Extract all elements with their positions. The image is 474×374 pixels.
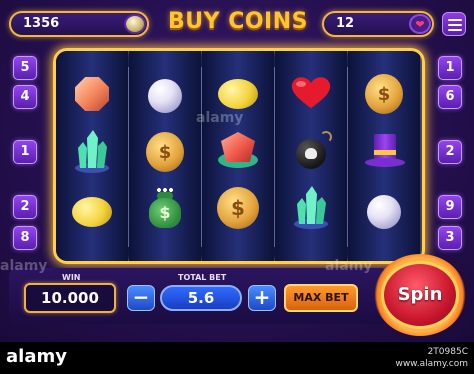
symbol-skull-bomb [288,131,334,177]
payline-left-3[interactable]: 1 [13,140,37,164]
symbol-red-gem [215,127,261,173]
symbol-money-bag: $ [142,185,188,231]
payline-left-1[interactable]: 5 [13,56,37,80]
payline-right-4[interactable]: 9 [438,195,462,219]
bag-glyph: $ [149,198,181,228]
symbol-gold-coin: $ [142,129,188,175]
lives-pill: 12 ❤ [322,11,434,37]
watermark: alamy [325,258,373,274]
stock-brand: alamy [6,346,67,367]
crystal-icon [75,130,109,173]
symbol-gold-coin: $ [361,71,407,117]
coin-icon [124,14,146,34]
coin-balance: 1356 [23,16,60,31]
menu-icon-bar [448,29,462,31]
symbol-crystal [288,185,334,231]
watermark: alamy [0,258,48,274]
reel-frame: $ $ $ $ [53,48,425,264]
symbol-crystal [69,129,115,175]
reel-divider [274,67,275,247]
win-value: 10.000 [24,283,116,313]
increase-bet-button[interactable]: + [248,285,276,311]
reel-divider [201,67,202,247]
magic-hat-icon [362,130,406,174]
payline-left-4[interactable]: 2 [13,195,37,219]
payline-right-1[interactable]: 1 [438,56,462,80]
crystal-icon [294,186,328,229]
menu-button[interactable] [442,12,466,36]
decrease-bet-button[interactable]: − [127,285,155,311]
symbol-lemon [69,189,115,235]
bomb-icon [296,131,332,169]
symbol-pearl [142,73,188,119]
symbol-heart [288,69,334,115]
page-title: BUY COINS [167,9,308,34]
heart-icon: ❤ [409,14,431,34]
stock-ids: 2T0985C www.alamy.com [395,346,468,370]
max-bet-button[interactable]: MAX BET [284,284,358,312]
payline-left-5[interactable]: 8 [13,226,37,250]
menu-icon [448,19,462,21]
image-id: 2T0985C [427,347,468,357]
payline-left-2[interactable]: 4 [13,85,37,109]
money-bag-icon: $ [145,186,185,230]
reel-divider [128,67,129,247]
coin-glyph: $ [146,132,184,172]
symbol-magic-hat [361,129,407,175]
bet-value: 5.6 [160,285,242,311]
lives-count: 12 [336,16,355,31]
red-gem-icon [216,128,260,172]
symbol-pearl [361,189,407,235]
slot-game-screen: 1356 BUY COINS 12 ❤ 5 4 1 2 8 1 6 2 9 3 [0,0,474,342]
symbol-orange-gem [69,71,115,117]
payline-right-2[interactable]: 6 [438,85,462,109]
stock-watermark-strip: alamy 2T0985C www.alamy.com [0,342,474,374]
coin-balance-pill: 1356 [9,11,149,37]
coin-glyph: $ [217,187,259,229]
watermark: alamy [196,110,244,126]
symbol-gold-coin: $ [215,185,261,231]
menu-icon-bar [448,24,462,26]
payline-right-5[interactable]: 3 [438,226,462,250]
heart-icon [291,77,331,108]
spin-button[interactable]: Spin [381,261,459,329]
reel-divider [347,67,348,247]
stock-url: www.alamy.com [395,359,468,369]
total-bet-label: TOTAL BET [178,273,227,282]
win-label: WIN [62,273,81,282]
payline-right-3[interactable]: 2 [438,140,462,164]
coin-glyph: $ [365,74,403,114]
